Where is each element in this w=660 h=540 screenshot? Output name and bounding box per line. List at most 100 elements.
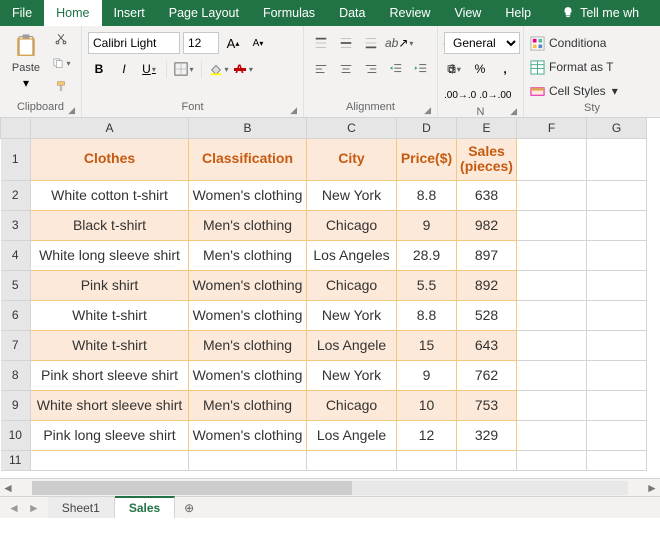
row-header-4[interactable]: 4 [1, 240, 31, 270]
table-cell[interactable]: White t-shirt [31, 300, 189, 330]
table-header-cell[interactable]: Classification [189, 138, 307, 180]
table-cell[interactable]: Los Angele [307, 330, 397, 360]
row-header-7[interactable]: 7 [1, 330, 31, 360]
font-color-button[interactable]: A▾ [233, 58, 255, 80]
row-header-9[interactable]: 9 [1, 390, 31, 420]
table-cell[interactable]: 10 [397, 390, 457, 420]
table-cell[interactable]: Los Angele [307, 420, 397, 450]
table-cell[interactable]: Women's clothing [189, 360, 307, 390]
table-cell[interactable]: 15 [397, 330, 457, 360]
spreadsheet-grid[interactable]: ABCDEFG1ClothesClassificationCityPrice($… [0, 118, 660, 518]
table-cell[interactable]: Pink shirt [31, 270, 189, 300]
increase-indent-button[interactable] [410, 58, 432, 80]
table-cell[interactable]: Women's clothing [189, 270, 307, 300]
table-cell[interactable]: Chicago [307, 210, 397, 240]
menu-tab-home[interactable]: Home [44, 0, 101, 26]
table-header-cell[interactable]: Clothes [31, 138, 189, 180]
row-header-3[interactable]: 3 [1, 210, 31, 240]
table-cell[interactable]: Chicago [307, 270, 397, 300]
column-header-G[interactable]: G [587, 118, 647, 138]
menu-tab-file[interactable]: File [0, 0, 44, 26]
menu-tab-help[interactable]: Help [493, 0, 543, 26]
row-header-6[interactable]: 6 [1, 300, 31, 330]
conditional-formatting-button[interactable]: Conditiona [530, 32, 606, 54]
table-cell[interactable]: Men's clothing [189, 210, 307, 240]
table-cell[interactable]: 8.8 [397, 300, 457, 330]
table-cell[interactable]: 892 [457, 270, 517, 300]
align-right-button[interactable] [360, 58, 382, 80]
table-cell[interactable]: Pink short sleeve shirt [31, 360, 189, 390]
new-sheet-button[interactable]: ⊕ [175, 497, 203, 518]
menu-tab-page-layout[interactable]: Page Layout [157, 0, 251, 26]
cut-button[interactable] [50, 28, 72, 50]
font-launcher[interactable]: ◢ [290, 105, 297, 116]
fill-color-button[interactable]: ▾ [208, 58, 230, 80]
menu-tab-data[interactable]: Data [327, 0, 377, 26]
table-cell[interactable]: 638 [457, 180, 517, 210]
borders-button[interactable]: ▾ [173, 58, 195, 80]
clipboard-launcher[interactable]: ◢ [68, 105, 75, 116]
table-cell[interactable]: 5.5 [397, 270, 457, 300]
table-cell[interactable]: 753 [457, 390, 517, 420]
row-header-11[interactable]: 11 [1, 450, 31, 470]
table-cell[interactable]: New York [307, 360, 397, 390]
align-bottom-button[interactable] [360, 32, 382, 54]
table-cell[interactable]: 329 [457, 420, 517, 450]
table-cell[interactable]: Women's clothing [189, 180, 307, 210]
menu-tab-formulas[interactable]: Formulas [251, 0, 327, 26]
sheet-tab-sales[interactable]: Sales [115, 496, 175, 518]
column-header-C[interactable]: C [307, 118, 397, 138]
horizontal-scrollbar[interactable]: ◄► [0, 478, 660, 496]
row-header-5[interactable]: 5 [1, 270, 31, 300]
table-cell[interactable]: Women's clothing [189, 420, 307, 450]
paste-button[interactable]: Paste ▾ [6, 28, 46, 90]
table-cell[interactable]: 528 [457, 300, 517, 330]
table-cell[interactable]: New York [307, 180, 397, 210]
table-cell[interactable]: 8.8 [397, 180, 457, 210]
alignment-launcher[interactable]: ◢ [424, 105, 431, 116]
sheet-nav-buttons[interactable]: ◄► [0, 497, 48, 518]
table-cell[interactable]: New York [307, 300, 397, 330]
sheet-tab-sheet1[interactable]: Sheet1 [48, 497, 115, 518]
table-cell[interactable]: 982 [457, 210, 517, 240]
menu-tab-view[interactable]: View [442, 0, 493, 26]
table-cell[interactable]: White t-shirt [31, 330, 189, 360]
format-painter-button[interactable] [50, 76, 72, 98]
table-header-cell[interactable]: Price($) [397, 138, 457, 180]
table-cell[interactable]: 643 [457, 330, 517, 360]
font-size-select[interactable] [183, 32, 219, 54]
align-center-button[interactable] [335, 58, 357, 80]
column-header-E[interactable]: E [457, 118, 517, 138]
number-format-select[interactable]: General [444, 32, 520, 54]
accounting-format-button[interactable]: $▾ [444, 58, 466, 80]
row-header-2[interactable]: 2 [1, 180, 31, 210]
row-header-1[interactable]: 1 [1, 138, 31, 180]
row-header-8[interactable]: 8 [1, 360, 31, 390]
table-cell[interactable]: 897 [457, 240, 517, 270]
table-cell[interactable]: 9 [397, 360, 457, 390]
table-cell[interactable]: White cotton t-shirt [31, 180, 189, 210]
table-cell[interactable]: 12 [397, 420, 457, 450]
align-top-button[interactable] [310, 32, 332, 54]
decrease-font-button[interactable]: A▾ [247, 32, 269, 54]
menu-tab-insert[interactable]: Insert [102, 0, 157, 26]
table-cell[interactable]: 28.9 [397, 240, 457, 270]
menu-tab-review[interactable]: Review [377, 0, 442, 26]
table-cell[interactable]: Black t-shirt [31, 210, 189, 240]
increase-decimal-button[interactable]: .00→.0 [444, 84, 476, 106]
table-cell[interactable]: Men's clothing [189, 390, 307, 420]
table-cell[interactable]: Chicago [307, 390, 397, 420]
table-cell[interactable]: 762 [457, 360, 517, 390]
italic-button[interactable]: I [113, 58, 135, 80]
cell-styles-button[interactable]: Cell Styles▾ [530, 80, 618, 102]
table-cell[interactable]: Pink long sleeve shirt [31, 420, 189, 450]
decrease-decimal-button[interactable]: .0→.00 [479, 84, 511, 106]
bold-button[interactable]: B [88, 58, 110, 80]
column-header-B[interactable]: B [189, 118, 307, 138]
column-header-A[interactable]: A [31, 118, 189, 138]
select-all-cell[interactable] [1, 118, 31, 138]
table-cell[interactable]: Los Angeles [307, 240, 397, 270]
table-header-cell[interactable]: City [307, 138, 397, 180]
number-launcher[interactable]: ◢ [510, 106, 517, 117]
align-left-button[interactable] [310, 58, 332, 80]
